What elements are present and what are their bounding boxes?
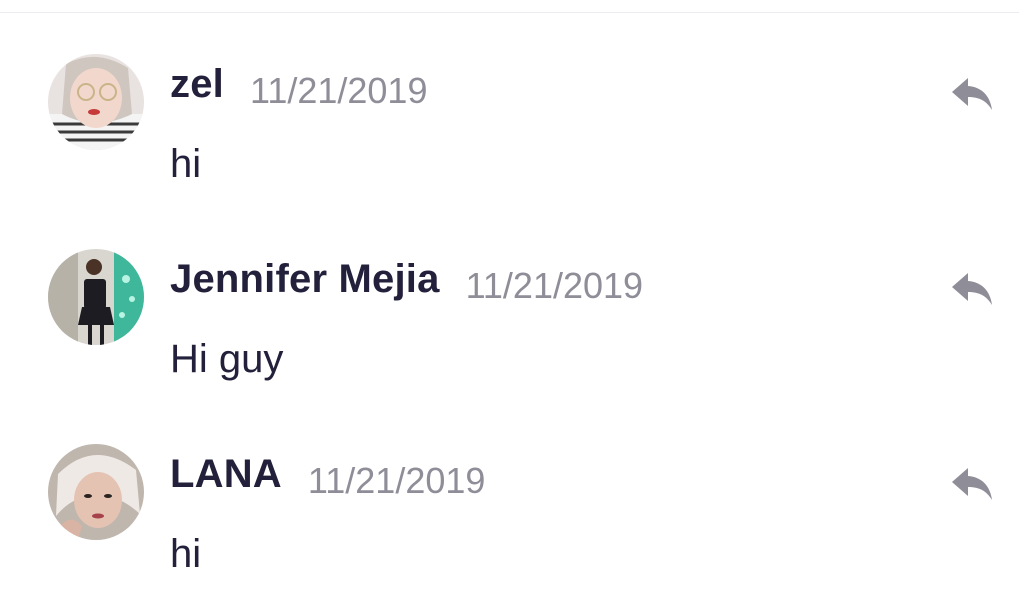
avatar[interactable] — [48, 444, 144, 540]
comment-text: hi — [170, 532, 202, 576]
comment-item: Jennifer Mejia 11/21/2019 Hi guy — [0, 249, 1019, 409]
reply-button[interactable] — [948, 72, 996, 114]
comment-meta: zel 11/21/2019 — [170, 62, 427, 112]
reply-icon — [952, 78, 992, 110]
avatar-image — [48, 249, 144, 345]
avatar[interactable] — [48, 54, 144, 150]
comment-text: hi — [170, 142, 202, 186]
reply-icon — [952, 273, 992, 305]
author-name[interactable]: Jennifer Mejia — [170, 257, 440, 301]
comment-item: zel 11/21/2019 hi — [0, 54, 1019, 214]
top-divider — [0, 12, 1019, 13]
comments-page: zel 11/21/2019 hi Jennifer Mejia 11/21/2… — [0, 0, 1019, 589]
avatar-image — [48, 54, 144, 150]
comment-meta: Jennifer Mejia 11/21/2019 — [170, 257, 643, 307]
author-name[interactable]: zel — [170, 62, 224, 106]
comment-text: Hi guy — [170, 337, 284, 381]
author-name[interactable]: LANA — [170, 452, 282, 496]
reply-button[interactable] — [948, 462, 996, 504]
avatar[interactable] — [48, 249, 144, 345]
reply-icon — [952, 468, 992, 500]
comment-date: 11/21/2019 — [465, 265, 644, 306]
reply-button[interactable] — [948, 267, 996, 309]
comment-date: 11/21/2019 — [307, 460, 486, 501]
comment-meta: LANA 11/21/2019 — [170, 452, 485, 502]
comment-item: LANA 11/21/2019 hi — [0, 444, 1019, 589]
avatar-image — [48, 444, 144, 540]
comment-date: 11/21/2019 — [249, 70, 428, 111]
